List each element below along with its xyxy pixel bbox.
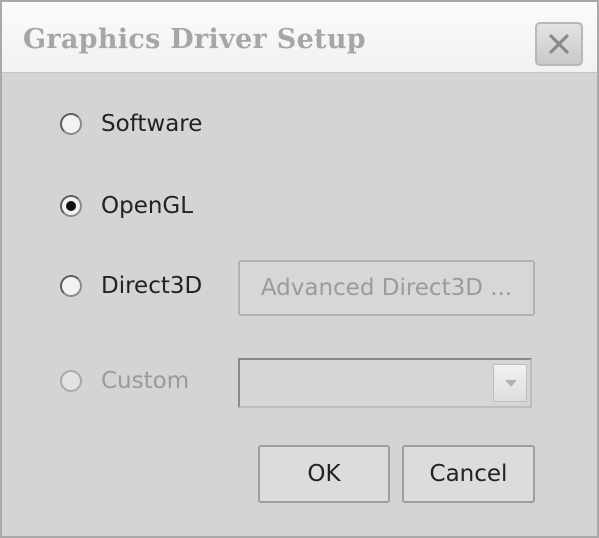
graphics-driver-setup-dialog: Graphics Driver Setup Software OpenGL Di… (0, 0, 599, 538)
custom-option[interactable]: Custom (60, 361, 189, 401)
direct3d-option[interactable]: Direct3D (60, 266, 202, 306)
cancel-button[interactable]: Cancel (402, 445, 535, 503)
custom-label: Custom (101, 368, 190, 394)
chevron-down-icon (505, 380, 517, 387)
direct3d-label: Direct3D (101, 273, 203, 299)
custom-driver-select[interactable] (238, 358, 532, 408)
opengl-radio[interactable] (60, 195, 82, 217)
dropdown-button[interactable] (493, 364, 527, 402)
ok-button[interactable]: OK (258, 445, 390, 503)
close-icon (549, 34, 569, 54)
software-option[interactable]: Software (60, 104, 202, 144)
custom-radio[interactable] (60, 370, 82, 392)
dialog-title: Graphics Driver Setup (23, 24, 366, 55)
software-radio[interactable] (60, 113, 82, 135)
opengl-option[interactable]: OpenGL (60, 186, 193, 226)
title-bar[interactable]: Graphics Driver Setup (2, 2, 597, 73)
close-button[interactable] (535, 22, 583, 66)
software-label: Software (101, 111, 203, 137)
direct3d-radio[interactable] (60, 275, 82, 297)
advanced-direct3d-button[interactable]: Advanced Direct3D ... (238, 260, 535, 316)
opengl-label: OpenGL (101, 193, 194, 219)
